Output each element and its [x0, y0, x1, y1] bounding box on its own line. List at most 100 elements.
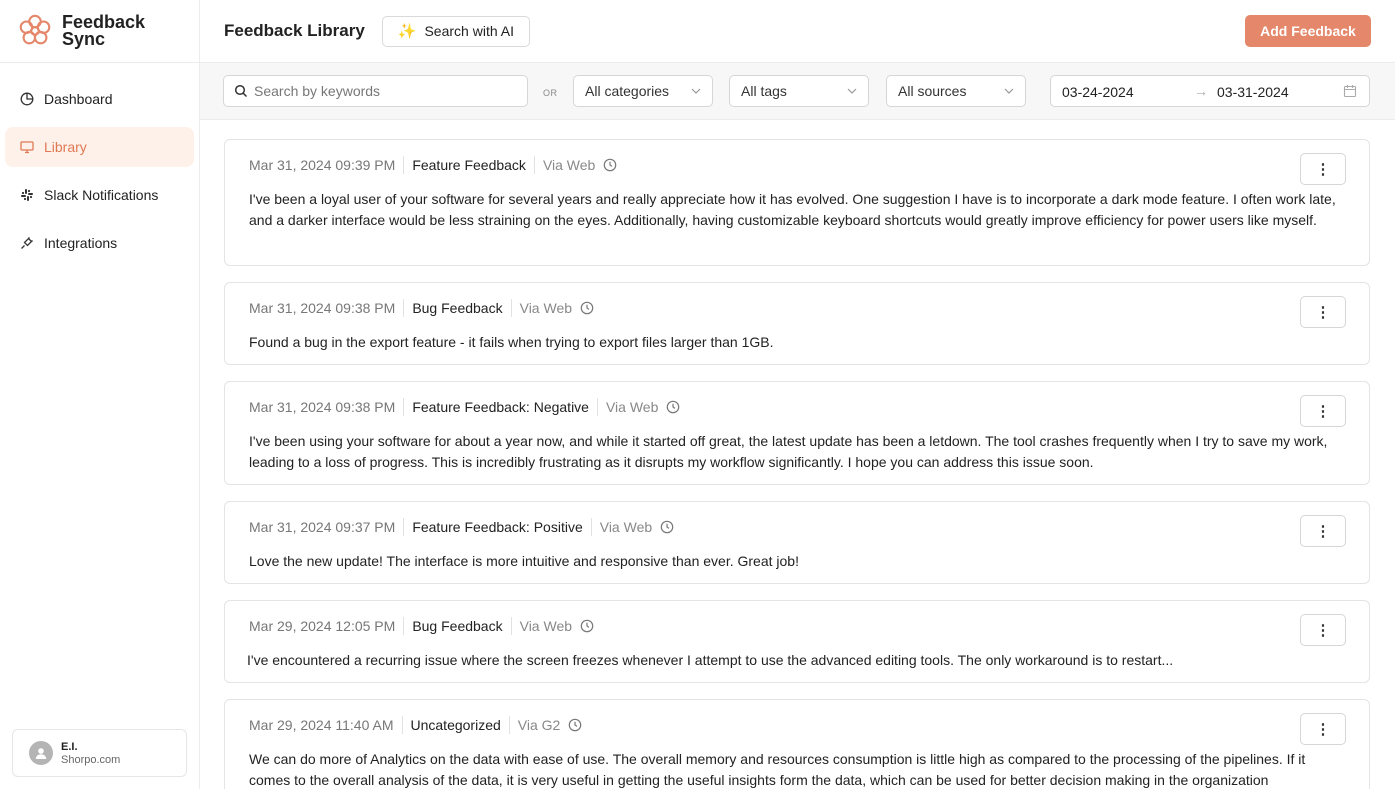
- divider: [596, 398, 598, 416]
- divider: [510, 299, 512, 317]
- more-options-button[interactable]: ⋮: [1300, 713, 1346, 745]
- brand-name: Feedback Sync: [62, 12, 146, 49]
- divider: [403, 398, 405, 416]
- pie-chart-icon: [20, 92, 34, 106]
- header: Feedback Library ✨ Search with AI Add Fe…: [200, 0, 1395, 63]
- search-input[interactable]: [254, 83, 514, 99]
- feedback-meta: Mar 31, 2024 09:38 PM Feature Feedback: …: [249, 398, 1345, 416]
- feedback-category: Feature Feedback: Negative: [412, 399, 589, 415]
- sidebar-item-integrations[interactable]: Integrations: [5, 223, 194, 263]
- date-from[interactable]: 03-24-2024: [1062, 84, 1134, 100]
- more-options-button[interactable]: ⋮: [1300, 395, 1346, 427]
- feedback-meta: Mar 31, 2024 09:39 PM Feature Feedback V…: [249, 156, 1345, 174]
- date-to[interactable]: 03-31-2024: [1217, 84, 1289, 100]
- sidebar: Feedback Sync Dashboard Library Slack No…: [0, 0, 200, 789]
- feedback-card[interactable]: Mar 31, 2024 09:37 PM Feature Feedback: …: [224, 501, 1370, 584]
- feedback-source: Via Web: [605, 399, 659, 415]
- divider: [590, 518, 592, 536]
- divider: [403, 156, 405, 174]
- monitor-icon: [20, 140, 34, 154]
- add-feedback-button[interactable]: Add Feedback: [1245, 15, 1371, 47]
- feedback-date: Mar 31, 2024 09:37 PM: [249, 519, 396, 535]
- clock-icon[interactable]: [660, 520, 674, 534]
- slack-icon: [20, 188, 34, 202]
- more-options-button[interactable]: ⋮: [1300, 296, 1346, 328]
- divider: [401, 716, 403, 734]
- sidebar-item-slack-notifications[interactable]: Slack Notifications: [5, 175, 194, 215]
- sidebar-item-label: Dashboard: [44, 91, 113, 107]
- date-range-picker[interactable]: 03-24-2024 → 03-31-2024: [1050, 75, 1370, 107]
- feedback-card[interactable]: Mar 29, 2024 12:05 PM Bug Feedback Via W…: [224, 600, 1370, 683]
- user-card[interactable]: E.I. Shorpo.com: [12, 729, 187, 777]
- kebab-icon: ⋮: [1315, 403, 1331, 420]
- feedback-date: Mar 29, 2024 11:40 AM: [249, 717, 394, 733]
- sidebar-item-dashboard[interactable]: Dashboard: [5, 79, 194, 119]
- avatar: [29, 741, 53, 765]
- brand[interactable]: Feedback Sync: [0, 0, 199, 63]
- feedback-category: Bug Feedback: [412, 300, 503, 316]
- feedback-text: I've been a loyal user of your software …: [249, 191, 1336, 228]
- divider: [403, 617, 405, 635]
- divider: [403, 518, 405, 536]
- clock-icon[interactable]: [580, 619, 594, 633]
- feedback-text: I've been using your software for about …: [249, 433, 1328, 470]
- search-with-ai-label: Search with AI: [424, 23, 514, 39]
- kebab-icon: ⋮: [1315, 161, 1331, 178]
- feedback-meta: Mar 31, 2024 09:37 PM Feature Feedback: …: [249, 518, 1345, 536]
- calendar-icon: [1343, 85, 1357, 98]
- more-options-button[interactable]: ⋮: [1300, 153, 1346, 185]
- feedback-source: Via Web: [599, 519, 653, 535]
- arrow-right-icon: →: [1194, 83, 1208, 99]
- feedback-card[interactable]: Mar 31, 2024 09:38 PM Feature Feedback: …: [224, 381, 1370, 485]
- search-field[interactable]: [223, 75, 528, 107]
- or-label: OR: [543, 88, 558, 98]
- feedback-meta: Mar 29, 2024 12:05 PM Bug Feedback Via W…: [249, 617, 1345, 635]
- sources-select[interactable]: All sources: [886, 75, 1026, 107]
- sidebar-item-label: Integrations: [44, 235, 118, 251]
- chevron-down-icon: [691, 88, 701, 94]
- more-options-button[interactable]: ⋮: [1300, 614, 1346, 646]
- feedback-meta: Mar 29, 2024 11:40 AM Uncategorized Via …: [249, 716, 1345, 734]
- feedback-text: Love the new update! The interface is mo…: [249, 553, 799, 569]
- clock-icon[interactable]: [603, 158, 617, 172]
- feedback-date: Mar 29, 2024 12:05 PM: [249, 618, 396, 634]
- clock-icon[interactable]: [580, 301, 594, 315]
- tags-value: All tags: [741, 83, 787, 99]
- clock-icon[interactable]: [666, 400, 680, 414]
- feedback-category: Bug Feedback: [412, 618, 503, 634]
- clock-icon[interactable]: [568, 718, 582, 732]
- feedback-source: Via Web: [519, 618, 573, 634]
- feedback-card[interactable]: Mar 31, 2024 09:39 PM Feature Feedback V…: [224, 139, 1370, 266]
- search-with-ai-button[interactable]: ✨ Search with AI: [381, 15, 530, 47]
- feedback-category: Uncategorized: [410, 717, 501, 733]
- sidebar-item-library[interactable]: Library: [5, 127, 194, 167]
- feedback-card[interactable]: Mar 31, 2024 09:38 PM Bug Feedback Via W…: [224, 282, 1370, 365]
- kebab-icon: ⋮: [1315, 523, 1331, 540]
- sparkle-icon: ✨: [397, 23, 417, 40]
- kebab-icon: ⋮: [1315, 304, 1331, 321]
- divider: [533, 156, 535, 174]
- feedback-date: Mar 31, 2024 09:38 PM: [249, 399, 396, 415]
- categories-select[interactable]: All categories: [573, 75, 713, 107]
- feedback-source: Via Web: [519, 300, 573, 316]
- sources-value: All sources: [898, 83, 967, 99]
- feedback-category: Feature Feedback: Positive: [412, 519, 583, 535]
- feedback-card[interactable]: Mar 29, 2024 11:40 AM Uncategorized Via …: [224, 699, 1370, 789]
- feedback-date: Mar 31, 2024 09:39 PM: [249, 157, 396, 173]
- plug-icon: [20, 236, 34, 250]
- main-content: Feedback Library ✨ Search with AI Add Fe…: [200, 0, 1395, 789]
- divider: [403, 299, 405, 317]
- feedback-text: Found a bug in the export feature - it f…: [249, 334, 774, 350]
- divider: [508, 716, 510, 734]
- chevron-down-icon: [1004, 88, 1014, 94]
- feedback-text: We can do more of Analytics on the data …: [249, 751, 1306, 788]
- feedback-date: Mar 31, 2024 09:38 PM: [249, 300, 396, 316]
- search-icon: [234, 84, 248, 98]
- filter-bar: OR All categories All tags All sources 0…: [200, 63, 1395, 120]
- user-icon: [35, 748, 47, 759]
- feedback-source: Via Web: [542, 157, 596, 173]
- more-options-button[interactable]: ⋮: [1300, 515, 1346, 547]
- feedback-list: Mar 31, 2024 09:39 PM Feature Feedback V…: [224, 139, 1370, 789]
- chevron-down-icon: [847, 88, 857, 94]
- tags-select[interactable]: All tags: [729, 75, 869, 107]
